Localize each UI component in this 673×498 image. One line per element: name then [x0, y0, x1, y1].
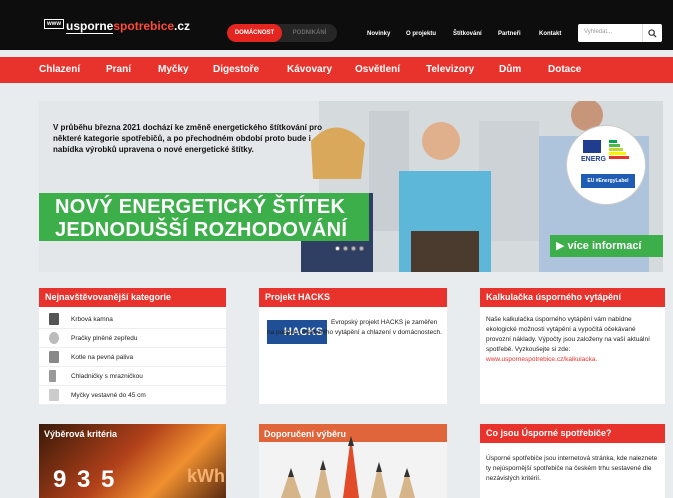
top-header: www usporne spotrebice .cz DOMÁCNOST POD…: [0, 0, 673, 50]
category-prani[interactable]: Praní: [106, 64, 131, 75]
hacks-text: Evropský projekt HACKS je zaměřen na pod…: [267, 319, 442, 336]
popular-item[interactable]: Chladničky s mrazničkou: [39, 367, 226, 386]
carousel-dot-1[interactable]: [335, 246, 340, 251]
search-input[interactable]: Vyhledat...: [584, 29, 612, 35]
criteria-title: Výběrová kritéria: [44, 429, 118, 439]
popular-item-label: Chladničky s mrazničkou: [71, 372, 143, 380]
category-digestore[interactable]: Digestoře: [213, 64, 259, 75]
category-kavovary[interactable]: Kávovary: [287, 64, 332, 75]
category-chlazeni[interactable]: Chlazení: [39, 64, 80, 75]
more-info-label: více informací: [567, 240, 642, 252]
nav-o-projektu[interactable]: O projektu: [406, 31, 436, 37]
hacks-card: Projekt HACKS HACKS Evropský projekt HAC…: [259, 288, 447, 404]
category-mycky[interactable]: Myčky: [158, 64, 189, 75]
carousel-dot-2[interactable]: [343, 246, 348, 251]
energy-label-badge: ENERG EU #EnergyLabel: [566, 125, 646, 205]
popular-item[interactable]: Pračky plněné zepředu: [39, 329, 226, 348]
category-osvetleni[interactable]: Osvětlení: [355, 64, 400, 75]
segment-domacnost[interactable]: DOMÁCNOST: [227, 24, 282, 42]
segment-podnikani[interactable]: PODNIKÁNÍ: [282, 24, 337, 42]
popular-item-label: Kotle na pevná paliva: [71, 353, 134, 361]
carousel-dot-3[interactable]: [351, 246, 356, 251]
carousel-dots: [335, 246, 364, 251]
popular-item-label: Krbová kamna: [71, 315, 113, 323]
washer-icon: [49, 332, 59, 344]
logo-badge: www: [44, 19, 65, 29]
about-text: Úsporné spotřebiče jsou internetová strá…: [486, 455, 658, 482]
energy-scale-icon: [609, 140, 629, 160]
calculator-title: Kalkulačka úsporného vytápění: [480, 288, 665, 307]
logo-part-spotrebice: spotrebice: [113, 19, 175, 33]
carousel-dot-4[interactable]: [359, 246, 364, 251]
nav-kontakt[interactable]: Kontakt: [539, 31, 561, 37]
category-televizory[interactable]: Televizory: [426, 64, 474, 75]
stove-icon: [49, 313, 59, 325]
play-icon: ▶: [556, 240, 568, 252]
hero-text: V průběhu března 2021 dochází ke změně e…: [53, 123, 322, 154]
energy-label-word: ENERG: [581, 156, 606, 163]
popular-item[interactable]: Kotle na pevná paliva: [39, 348, 226, 367]
segment-switch: DOMÁCNOST PODNIKÁNÍ: [227, 24, 337, 42]
popular-item[interactable]: Krbová kamna: [39, 310, 226, 329]
energy-label-tag: EU #EnergyLabel: [581, 174, 635, 188]
popular-categories-card: Nejnavštěvovanější kategorie Krbová kamn…: [39, 288, 226, 405]
calculator-description: Naše kalkulačka úsporného vytápění vám n…: [486, 316, 650, 353]
popular-item-label: Myčky vestavné do 45 cm: [71, 391, 146, 399]
search-box[interactable]: Vyhledat...: [578, 24, 662, 42]
nav-stitkovani[interactable]: Štítkování: [453, 31, 482, 37]
criteria-digits: 9 3 5: [53, 466, 117, 493]
more-info-button[interactable]: ▶ více informací: [550, 235, 663, 257]
nav-novinky[interactable]: Novinky: [367, 31, 390, 37]
calculator-text: Naše kalkulačka úsporného vytápění vám n…: [486, 315, 660, 365]
hero-banner[interactable]: V průběhu března 2021 dochází ke změně e…: [39, 101, 663, 272]
recommend-title: Doporučení výběru: [264, 429, 347, 439]
eu-flag-icon: [583, 140, 601, 153]
logo-part-cz: .cz: [174, 19, 191, 33]
search-button[interactable]: [642, 24, 662, 42]
search-icon: [648, 28, 657, 38]
calculator-link[interactable]: www.uspornespotrebice.cz/kalkulacka.: [486, 356, 597, 363]
popular-item[interactable]: Myčky vestavné do 45 cm: [39, 386, 226, 405]
calculator-card: Kalkulačka úsporného vytápění Naše kalku…: [480, 288, 665, 404]
site-logo[interactable]: www usporne spotrebice .cz: [44, 18, 191, 34]
fridge-icon: [49, 370, 56, 382]
category-dum[interactable]: Dům: [499, 64, 521, 75]
dishwasher-icon: [49, 389, 59, 401]
about-card: Co jsou Úsporné spotřebiče? Úsporné spot…: [480, 424, 665, 498]
hacks-title: Projekt HACKS: [259, 288, 447, 307]
logo-part-usporne: usporne: [66, 18, 114, 34]
popular-item-label: Pračky plněné zepředu: [71, 334, 138, 342]
criteria-card[interactable]: Výběrová kritéria 9 3 5 kWh: [39, 424, 226, 498]
recommend-card[interactable]: Doporučení výběru: [259, 424, 447, 498]
nav-partneri[interactable]: Partneři: [498, 31, 521, 37]
hero-headline-2: JEDNODUŠŠÍ ROZHODOVÁNÍ: [55, 219, 348, 241]
popular-categories-title: Nejnavštěvovanější kategorie: [39, 288, 226, 307]
category-dotace[interactable]: Dotace: [548, 64, 581, 75]
hero-headline-1: NOVÝ ENERGETICKÝ ŠTÍTEK: [55, 196, 346, 218]
boiler-icon: [49, 351, 59, 363]
about-title: Co jsou Úsporné spotřebiče?: [480, 424, 665, 443]
criteria-unit: kWh: [187, 466, 225, 486]
